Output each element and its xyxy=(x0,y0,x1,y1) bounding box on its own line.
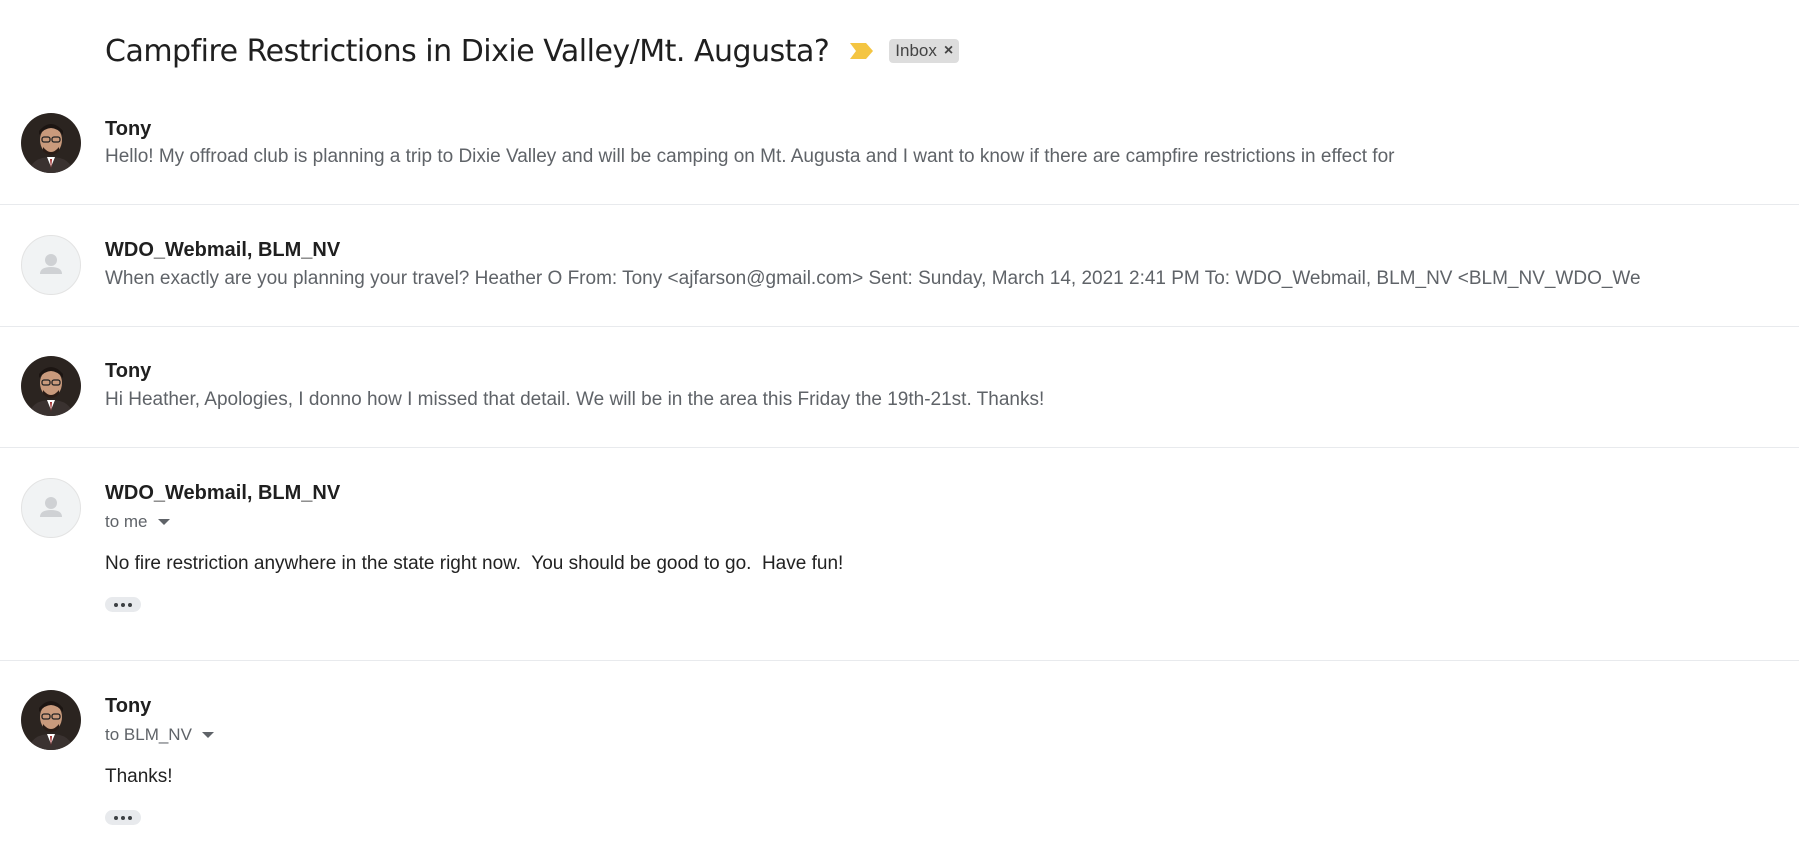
message-expanded: Tony to BLM_NV Thanks! xyxy=(0,661,1799,868)
message-collapsed[interactable]: Tony Hello! My offroad club is planning … xyxy=(0,96,1799,205)
sender-name[interactable]: WDO_Webmail, BLM_NV xyxy=(105,482,340,505)
avatar[interactable] xyxy=(21,690,81,750)
dot-icon xyxy=(114,602,118,607)
show-trimmed-content-button[interactable] xyxy=(105,597,141,612)
sender-name[interactable]: Tony xyxy=(105,695,151,718)
label-chip-inbox: Inbox × xyxy=(889,39,960,63)
message-body: No fire restriction anywhere in the stat… xyxy=(105,553,844,574)
show-trimmed-content-button[interactable] xyxy=(105,810,141,825)
message-body: Thanks! xyxy=(105,766,173,787)
avatar[interactable] xyxy=(21,478,81,538)
label-chip-text: Inbox xyxy=(895,41,937,60)
person-photo-icon xyxy=(21,356,81,416)
show-details-icon[interactable] xyxy=(157,519,170,525)
recipients-line: to me xyxy=(105,512,170,532)
person-photo-icon xyxy=(21,690,81,750)
message-collapsed[interactable]: WDO_Webmail, BLM_NV When exactly are you… xyxy=(0,205,1799,327)
show-details-icon[interactable] xyxy=(201,732,214,738)
message-expanded: WDO_Webmail, BLM_NV to me No fire restri… xyxy=(0,448,1799,661)
thread-subject: Campfire Restrictions in Dixie Valley/Mt… xyxy=(105,33,830,69)
default-person-icon xyxy=(40,254,62,274)
avatar[interactable] xyxy=(21,356,81,416)
recipients-text: to BLM_NV xyxy=(105,725,192,744)
importance-marker-icon[interactable] xyxy=(849,40,875,62)
dot-icon xyxy=(121,602,125,607)
recipients-text: to me xyxy=(105,512,148,531)
person-photo-icon xyxy=(21,113,81,173)
message-snippet: Hello! My offroad club is planning a tri… xyxy=(105,146,1395,167)
message-snippet: Hi Heather, Apologies, I donno how I mis… xyxy=(105,389,1045,410)
dot-icon xyxy=(114,815,118,820)
remove-label-icon[interactable]: × xyxy=(944,42,953,60)
sender-name: WDO_Webmail, BLM_NV xyxy=(105,239,341,261)
sender-name: Tony xyxy=(105,118,152,140)
avatar[interactable] xyxy=(21,113,81,173)
avatar[interactable] xyxy=(21,235,81,295)
default-person-icon xyxy=(40,497,62,517)
subject-row: Campfire Restrictions in Dixie Valley/Mt… xyxy=(105,28,960,74)
sender-name: Tony xyxy=(105,360,152,382)
message-collapsed[interactable]: Tony Hi Heather, Apologies, I donno how … xyxy=(0,327,1799,448)
dot-icon xyxy=(128,815,132,820)
dot-icon xyxy=(128,602,132,607)
recipients-line: to BLM_NV xyxy=(105,725,214,745)
dot-icon xyxy=(121,815,125,820)
message-snippet: When exactly are you planning your trave… xyxy=(105,268,1641,289)
